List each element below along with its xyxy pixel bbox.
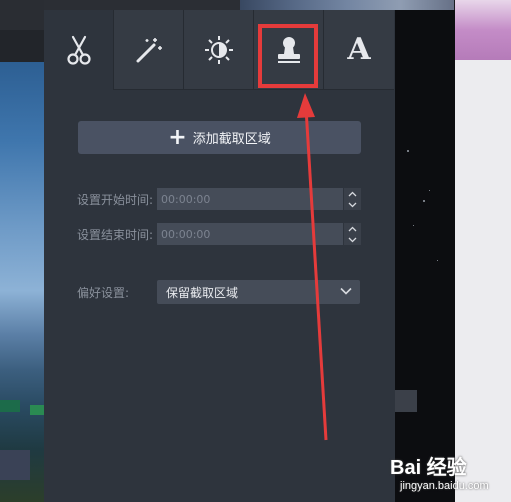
watermark-logo: Bai 经验 [390,457,467,479]
baidu-watermark: Bai 经验 jingyan.baidu.com [390,447,511,502]
watermark-url: jingyan.baidu.com [400,480,489,492]
annotation-arrow [297,93,328,441]
